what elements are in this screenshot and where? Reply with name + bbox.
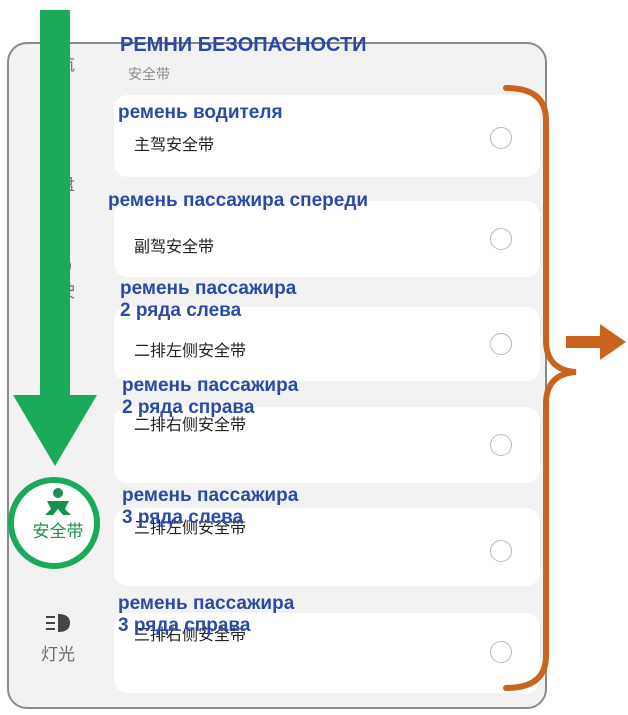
- annotation-ru: ремень пассажира 3 ряда справа: [118, 593, 295, 636]
- sidebar-item-lights[interactable]: 灯光: [18, 612, 98, 665]
- annotation-ru: ремень водителя: [118, 102, 283, 123]
- seatbelt-icon: [45, 488, 71, 515]
- list-item-front-passenger-belt[interactable]: 副驾安全带: [114, 201, 540, 277]
- list-item-label: 主驾安全带: [134, 135, 215, 154]
- down-arrow-icon: [13, 10, 97, 466]
- annotation-ru: ремень пассажира 2 ряда справа: [122, 375, 299, 418]
- section-subtitle: 安全带: [128, 67, 170, 83]
- sidebar-item-label: 灯光: [41, 645, 75, 665]
- sidebar-item-seatbelt[interactable]: 安全带: [18, 487, 98, 542]
- list-item-label: 副驾安全带: [134, 237, 215, 256]
- annotation-ru: ремень пассажира 2 ряда слева: [120, 278, 297, 321]
- annotation-title: РЕМНИ БЕЗОПАСНОСТИ: [120, 34, 367, 56]
- bracket-icon: [503, 85, 577, 691]
- sidebar-item-label: 安全带: [32, 522, 84, 542]
- annotation-ru: ремень пассажира 3 ряда слева: [122, 485, 299, 528]
- annotation-ru: ремень пассажира спереди: [108, 190, 369, 211]
- headlight-icon: [46, 614, 70, 632]
- list-item-label: 二排左侧安全带: [134, 341, 247, 360]
- right-arrow-icon: [566, 324, 626, 360]
